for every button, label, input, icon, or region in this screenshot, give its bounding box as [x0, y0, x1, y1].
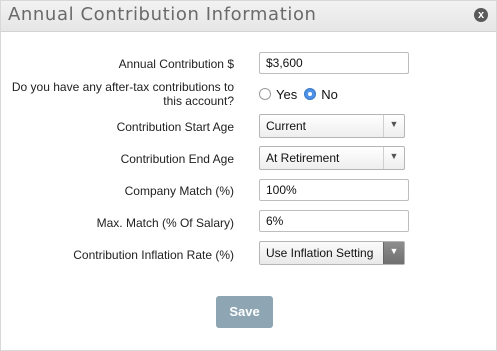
end-age-value: At Retirement: [266, 151, 340, 165]
company-match-input[interactable]: 100%: [259, 179, 409, 201]
inflation-rate-value: Use Inflation Setting: [266, 246, 374, 260]
start-age-select[interactable]: Current ▼: [259, 114, 405, 138]
chevron-down-icon[interactable]: ▼: [383, 242, 404, 264]
annual-contribution-input[interactable]: $3,600: [259, 52, 409, 74]
inflation-rate-select[interactable]: Use Inflation Setting ▼: [259, 241, 405, 265]
company-match-label: Company Match (%): [124, 184, 234, 198]
dialog-title: Annual Contribution Information: [8, 4, 317, 25]
start-age-value: Current: [266, 119, 307, 133]
annual-contribution-dialog: Annual Contribution Information x Annual…: [0, 0, 497, 351]
end-age-select[interactable]: At Retirement ▼: [259, 146, 405, 170]
radio-no[interactable]: [304, 88, 317, 100]
chevron-down-icon[interactable]: ▼: [383, 115, 404, 137]
after-tax-label: Do you have any after-tax contributions …: [11, 80, 234, 108]
start-age-label: Contribution Start Age: [116, 120, 234, 134]
close-icon[interactable]: x: [474, 8, 488, 22]
inflation-rate-label: Contribution Inflation Rate (%): [73, 248, 234, 262]
radio-yes-label[interactable]: Yes: [276, 87, 297, 102]
radio-no-label[interactable]: No: [321, 87, 338, 102]
max-match-input[interactable]: 6%: [259, 210, 409, 232]
max-match-label: Max. Match (% Of Salary): [96, 216, 234, 230]
dialog-header: Annual Contribution Information x: [1, 1, 496, 32]
radio-yes[interactable]: [259, 88, 271, 100]
save-button[interactable]: Save: [216, 296, 273, 328]
after-tax-radio-group: Yes No: [259, 86, 345, 102]
chevron-down-icon[interactable]: ▼: [383, 147, 404, 169]
annual-contribution-label: Annual Contribution $: [118, 57, 234, 71]
end-age-label: Contribution End Age: [120, 152, 234, 166]
